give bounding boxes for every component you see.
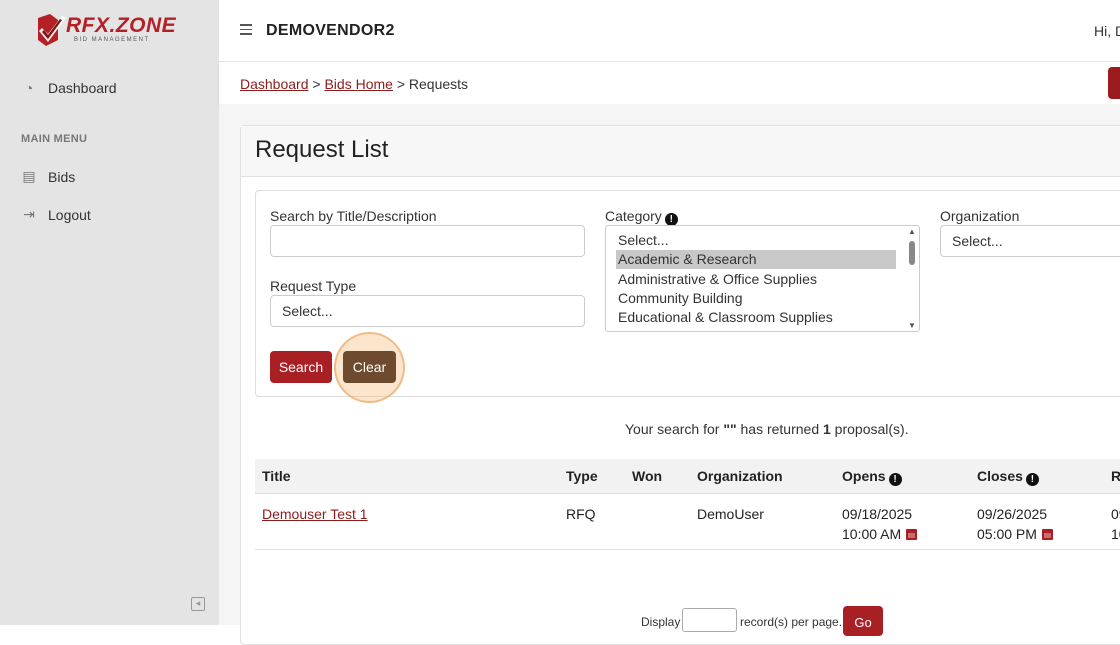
main-content: Request List Search by Title/Description… [219, 104, 1120, 645]
category-option[interactable]: Select... [616, 231, 896, 250]
organization-label: Organization [940, 208, 1020, 224]
breadcrumb-bids-home-link[interactable]: Bids Home [324, 76, 392, 92]
column-closes-text: Closes [977, 468, 1023, 484]
breadcrumb-current: Requests [408, 76, 469, 92]
request-type-select[interactable]: Select... [270, 295, 585, 327]
result-query: "" [723, 421, 737, 437]
closes-time: 05:00 PM [977, 526, 1037, 542]
calendar-icon[interactable] [906, 529, 918, 540]
result-text: Your search for "" has returned 1 propos… [625, 421, 909, 437]
scroll-up-arrow-icon[interactable]: ▲ [908, 227, 916, 236]
user-greeting[interactable]: Hi, D [1094, 23, 1120, 39]
breadcrumb-separator: > [312, 76, 321, 92]
top-bar: DEMOVENDOR2 Hi, D [219, 0, 1120, 62]
records-label: record(s) per page. [740, 615, 843, 629]
closes-date: 09/26/2025 [977, 506, 1048, 522]
info-icon[interactable]: ! [1025, 473, 1039, 486]
vendor-name: DEMOVENDOR2 [266, 22, 395, 39]
page-title: Request List [255, 136, 389, 163]
column-won[interactable]: Won [632, 468, 662, 484]
cell-r-line1: 09 [1111, 506, 1120, 522]
category-label-text: Category [605, 208, 662, 224]
cell-r: 09 10 [1111, 504, 1120, 544]
category-option-selected[interactable]: Academic & Research [616, 250, 896, 269]
column-opens[interactable]: Opens! [842, 468, 902, 486]
go-button[interactable]: Go [843, 606, 883, 636]
opens-date: 09/18/2025 [842, 506, 913, 522]
result-pre: Your search for [625, 421, 724, 437]
column-type[interactable]: Type [566, 468, 598, 484]
table-row: Demouser Test 1 RFQ DemoUser 09/18/2025 … [255, 494, 1120, 550]
scroll-down-arrow-icon[interactable]: ▼ [908, 321, 916, 330]
column-r[interactable]: R [1111, 468, 1120, 484]
search-label: Search by Title/Description [270, 208, 437, 224]
info-icon[interactable]: ! [888, 473, 902, 486]
request-type-label: Request Type [270, 278, 357, 294]
cell-organization: DemoUser [697, 506, 764, 522]
opens-time-wrap: 10:00 AM [842, 524, 918, 544]
search-button[interactable]: Search [270, 351, 332, 383]
result-post: proposal(s). [830, 421, 909, 437]
result-mid: has returned [736, 421, 823, 437]
result-count: 1 [823, 421, 831, 437]
category-option[interactable]: Educational & Classroom Supplies [616, 308, 896, 327]
sidebar: RFX.ZONE BID MANAGEMENT ◔ Dashboard MAIN… [0, 0, 219, 625]
brand-tagline: BID MANAGEMENT [74, 37, 150, 43]
request-title-link[interactable]: Demouser Test 1 [262, 506, 368, 522]
column-title[interactable]: Title [262, 468, 291, 484]
clear-button[interactable]: Clear [343, 351, 396, 383]
breadcrumb-dashboard-link[interactable]: Dashboard [240, 76, 309, 92]
request-list-card: Request List Search by Title/Description… [240, 125, 1120, 645]
display-label: Display [641, 615, 681, 629]
column-opens-text: Opens [842, 468, 886, 484]
category-listbox[interactable]: Select... Academic & Research Administra… [605, 225, 920, 332]
column-organization[interactable]: Organization [697, 468, 783, 484]
category-label: Category! [605, 208, 678, 226]
listbox-scrollbar[interactable]: ▲ ▼ [906, 227, 918, 330]
sidebar-item-label: Logout [48, 206, 91, 223]
hamburger-menu-icon[interactable] [240, 24, 252, 36]
sidebar-item-logout[interactable]: ⇥ Logout [20, 206, 91, 223]
category-option[interactable]: Community Building [616, 289, 896, 308]
breadcrumb-separator: > [396, 76, 406, 92]
breadcrumb-bar: Dashboard > Bids Home > Requests [219, 62, 1120, 104]
sidebar-item-bids[interactable]: ▤ Bids [20, 168, 75, 185]
closes-time-wrap: 05:00 PM [977, 524, 1053, 544]
collapse-sidebar-icon[interactable]: ◂ [191, 597, 205, 611]
dashboard-gauge-icon: ◔ [24, 80, 34, 96]
logout-icon: ⇥ [23, 206, 35, 222]
header-action-button[interactable] [1108, 67, 1120, 99]
cell-title: Demouser Test 1 [262, 504, 368, 524]
cell-opens: 09/18/2025 10:00 AM [842, 504, 918, 544]
filter-panel: Search by Title/Description Category! Se… [255, 190, 1120, 403]
calendar-icon[interactable] [1041, 529, 1053, 540]
main-menu-heading: MAIN MENU [21, 133, 88, 145]
brand-name: RFX.ZONE [66, 14, 177, 37]
sidebar-item-label: Dashboard [48, 80, 117, 96]
search-input[interactable] [270, 225, 585, 257]
organization-select[interactable]: Select... [940, 225, 1120, 257]
cell-r-line2: 10 [1111, 526, 1120, 542]
sidebar-item-label: Bids [48, 168, 76, 185]
sidebar-item-dashboard[interactable]: ◔ Dashboard [20, 80, 117, 96]
records-per-page-input[interactable] [682, 608, 737, 632]
breadcrumb: Dashboard > Bids Home > Requests [240, 76, 468, 92]
card-header: Request List [241, 126, 1120, 177]
column-closes[interactable]: Closes! [977, 468, 1039, 486]
category-option[interactable]: Administrative & Office Supplies [616, 270, 896, 289]
cell-type: RFQ [566, 506, 596, 522]
scrollbar-thumb[interactable] [909, 241, 915, 265]
opens-time: 10:00 AM [842, 526, 902, 542]
cell-closes: 09/26/2025 05:00 PM [977, 504, 1053, 544]
table-header: Title Type Won Organization Opens! Close… [255, 459, 1120, 494]
document-icon: ▤ [22, 168, 36, 184]
